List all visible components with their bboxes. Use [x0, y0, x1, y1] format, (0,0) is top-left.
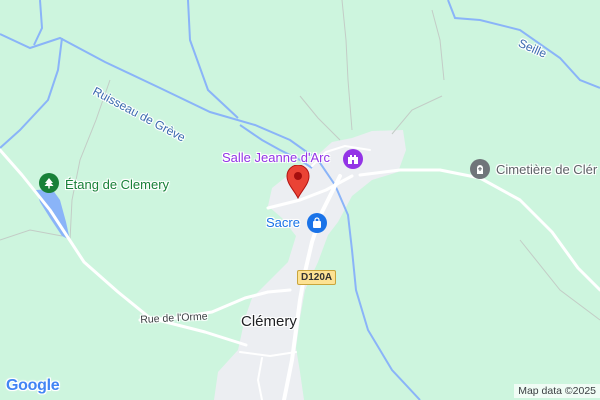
tree-icon[interactable]	[39, 173, 59, 193]
poi-salle-label[interactable]: Salle Jeanne d'Arc	[222, 150, 330, 165]
label-village[interactable]: Clémery	[241, 313, 297, 330]
label-village-text: Clémery	[241, 313, 297, 330]
road-east	[358, 168, 600, 292]
map-attribution-text: Map data ©2025	[518, 385, 596, 397]
poi-cemetery-text: Cimetière de Clér	[496, 162, 598, 177]
village-built-area	[214, 130, 406, 400]
cemetery-icon[interactable]	[470, 159, 490, 179]
poi-pond-text: Étang de Clemery	[65, 177, 170, 192]
route-shield-d120a: D120A	[297, 270, 337, 285]
poi-sacre-label[interactable]: Sacre	[266, 215, 300, 230]
map-attribution: Map data ©2025	[514, 384, 600, 398]
poi-salle-text: Salle Jeanne d'Arc	[222, 150, 330, 165]
stream-center-north	[187, 0, 239, 119]
stream-west	[0, 37, 63, 149]
map-canvas[interactable]: Ruisseau de Grève Seille Rue de l'Orme D…	[0, 0, 600, 400]
google-logo: Google	[6, 377, 60, 395]
stream-north-left	[33, 0, 44, 46]
castle-icon[interactable]	[343, 149, 363, 169]
poi-pond-label[interactable]: Étang de Clemery	[65, 177, 169, 192]
location-pin-icon[interactable]	[286, 164, 310, 204]
poi-sacre-text: Sacre	[266, 215, 300, 230]
shopping-bag-icon[interactable]	[307, 213, 327, 233]
route-shield-d120a-text: D120A	[301, 272, 333, 283]
poi-cemetery-label[interactable]: Cimetière de Clér	[496, 162, 597, 177]
google-logo-text: Google	[6, 377, 60, 394]
